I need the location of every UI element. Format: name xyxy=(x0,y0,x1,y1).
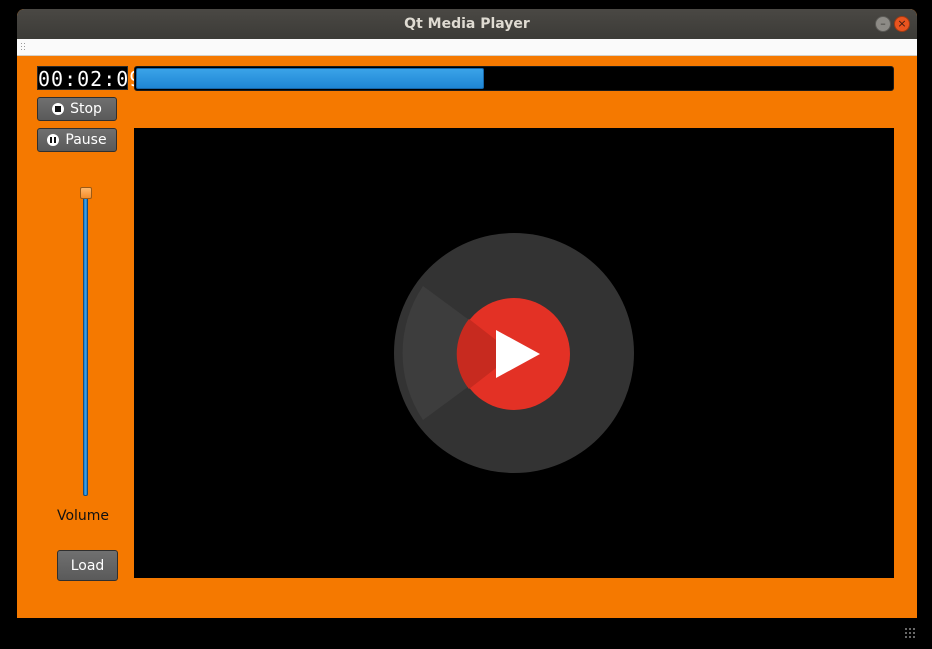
main-window: Qt Media Player – × 00:02:09 Stop Pause … xyxy=(17,9,917,618)
time-display: 00:02:09 xyxy=(37,66,143,91)
resize-grip[interactable] xyxy=(904,627,916,639)
volume-slider-track[interactable] xyxy=(83,194,88,496)
volume-slider-handle[interactable] xyxy=(80,187,92,199)
menu-bar xyxy=(17,39,917,56)
toolbar-grip[interactable] xyxy=(20,42,25,52)
pause-icon xyxy=(47,134,60,146)
playback-progress-bar[interactable] xyxy=(134,66,894,91)
load-button-label: Load xyxy=(70,557,105,574)
close-icon[interactable]: × xyxy=(894,16,910,32)
stop-button-label: Stop xyxy=(70,101,102,117)
stop-icon xyxy=(52,103,65,115)
volume-label: Volume xyxy=(56,508,110,524)
minimize-icon[interactable]: – xyxy=(875,16,891,32)
window-title: Qt Media Player xyxy=(404,16,530,32)
play-logo-icon xyxy=(394,233,634,473)
load-button[interactable]: Load xyxy=(57,550,118,581)
progress-fill xyxy=(136,68,484,89)
video-area[interactable] xyxy=(134,128,894,578)
pause-button-label: Pause xyxy=(65,132,107,148)
stop-button[interactable]: Stop xyxy=(37,97,117,121)
pause-button[interactable]: Pause xyxy=(37,128,117,152)
title-bar[interactable]: Qt Media Player – × xyxy=(17,9,917,39)
